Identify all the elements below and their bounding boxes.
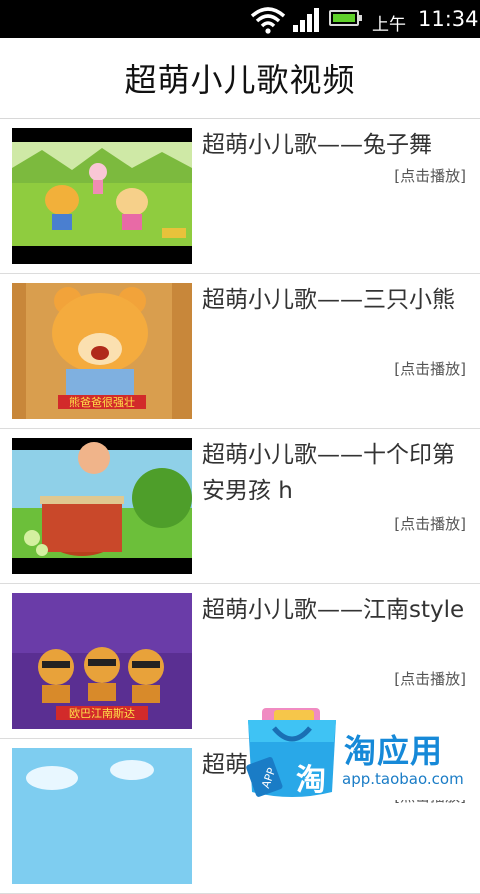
three-bears-thumbnail: 熊爸爸很强壮 bbox=[12, 283, 192, 419]
sky-thumbnail bbox=[12, 748, 192, 884]
ad-bag-text: 淘 bbox=[296, 763, 326, 798]
thumbnail-caption: 欧巴江南斯达 bbox=[69, 707, 135, 720]
ad-url[interactable]: app.taobao.com bbox=[342, 770, 464, 788]
play-link[interactable]: [点击播放] bbox=[394, 165, 466, 186]
signal-icon bbox=[293, 8, 319, 32]
taobao-app-ad-banner[interactable]: APP 淘 淘应用 app.taobao.com bbox=[244, 706, 480, 800]
video-thumbnail[interactable] bbox=[12, 128, 192, 264]
video-thumbnail[interactable]: 熊爸爸很强壮 bbox=[12, 283, 192, 419]
video-item-3[interactable]: 超萌小儿歌——十个印第安男孩 h [点击播放] bbox=[0, 429, 480, 584]
thumbnail-caption: 熊爸爸很强壮 bbox=[69, 395, 135, 409]
video-thumbnail[interactable] bbox=[12, 438, 192, 574]
video-thumbnail[interactable] bbox=[12, 748, 192, 884]
video-item-1[interactable]: 超萌小儿歌——兔子舞 [点击播放] bbox=[0, 119, 480, 274]
status-time: 11:34 bbox=[418, 7, 479, 31]
play-link[interactable]: [点击播放] bbox=[394, 668, 466, 689]
video-thumbnail[interactable]: 欧巴江南斯达 bbox=[12, 593, 192, 729]
video-title[interactable]: 超萌小儿歌——三只小熊 bbox=[202, 282, 470, 318]
title-bar: 超萌小儿歌视频 bbox=[0, 38, 480, 119]
shopping-bag-icon: APP 淘 bbox=[246, 708, 336, 798]
video-item-2[interactable]: 熊爸爸很强壮 超萌小儿歌——三只小熊 [点击播放] bbox=[0, 274, 480, 429]
status-bar: 上午 11:34 bbox=[0, 0, 480, 38]
video-title[interactable]: 超萌小儿歌——十个印第安男孩 h bbox=[202, 437, 470, 509]
play-link[interactable]: [点击播放] bbox=[394, 358, 466, 379]
bunny-dance-thumbnail bbox=[12, 128, 192, 264]
ad-app-name[interactable]: 淘应用 bbox=[344, 726, 443, 772]
ten-indian-boys-thumbnail bbox=[12, 438, 192, 574]
wifi-icon bbox=[250, 7, 286, 34]
video-title[interactable]: 超萌小儿歌——江南style bbox=[202, 592, 470, 628]
play-link[interactable]: [点击播放] bbox=[394, 513, 466, 534]
status-am-pm: 上午 bbox=[372, 15, 406, 35]
battery-icon bbox=[329, 10, 362, 26]
gangnam-style-thumbnail: 欧巴江南斯达 bbox=[12, 593, 192, 729]
video-title[interactable]: 超萌小儿歌——兔子舞 bbox=[202, 127, 470, 163]
page-title: 超萌小儿歌视频 bbox=[124, 61, 356, 99]
